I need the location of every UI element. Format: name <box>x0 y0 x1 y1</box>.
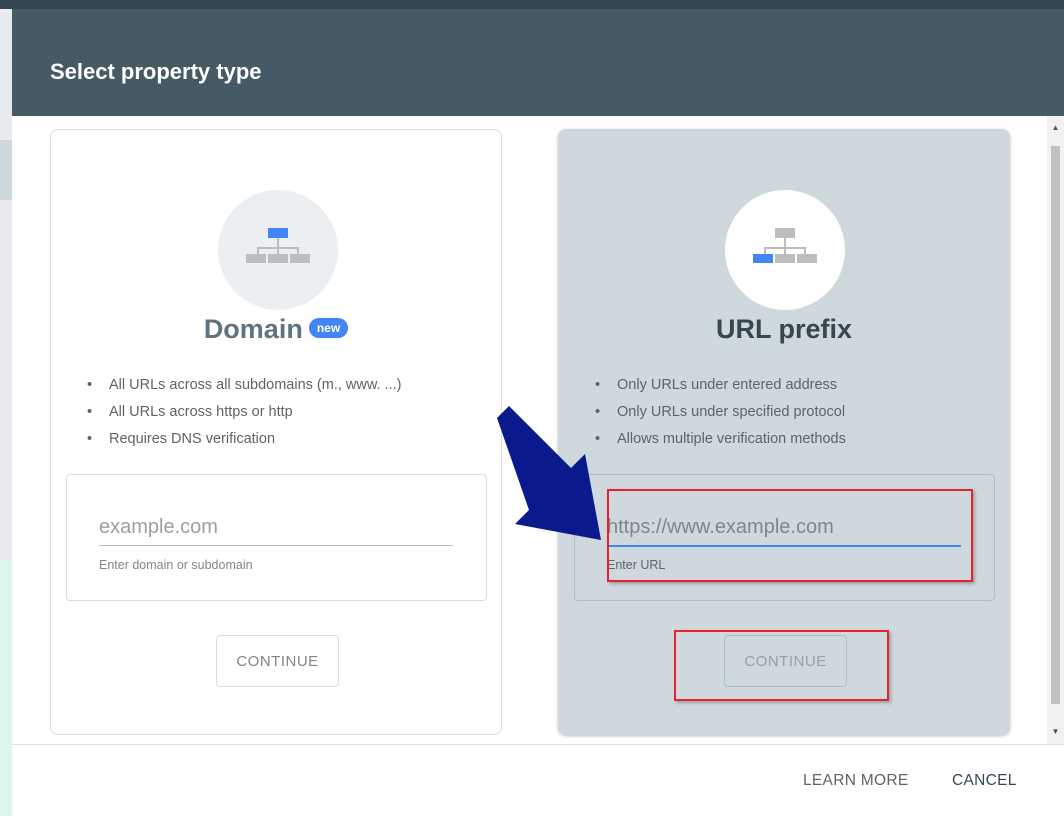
or-separator: or <box>518 431 532 448</box>
background-app-bar <box>0 0 1064 9</box>
url-prefix-property-card[interactable]: URL prefix Only URLs under entered addre… <box>558 129 1010 735</box>
scroll-thumb[interactable] <box>1051 146 1060 704</box>
list-item: All URLs across https or http <box>87 399 402 426</box>
domain-icon-circle <box>218 190 338 310</box>
dialog-scrollbar[interactable]: ▲ ▼ <box>1047 116 1064 744</box>
select-property-dialog: Select property type Domain new • All UR… <box>12 9 1064 817</box>
url-helper-text: Enter URL <box>607 558 666 572</box>
new-badge: new <box>308 317 349 338</box>
domain-input[interactable] <box>99 509 453 546</box>
learn-more-button[interactable]: LEARN MORE <box>803 772 909 790</box>
url-prefix-card-title: URL prefix <box>715 314 853 344</box>
scroll-up-arrow-icon[interactable]: ▲ <box>1047 120 1064 136</box>
domain-card-title: Domain new <box>51 314 501 345</box>
domain-continue-button[interactable]: CONTINUE <box>216 635 339 687</box>
scroll-down-arrow-icon[interactable]: ▼ <box>1047 724 1064 740</box>
list-item: Only URLs under specified protocol <box>595 399 846 426</box>
domain-property-card[interactable]: Domainnew All URLs across all subdomains… <box>50 129 502 735</box>
domain-helper-text: Enter domain or subdomain <box>99 558 253 572</box>
dialog-header: Select property type <box>12 9 1064 116</box>
site-tree-icon <box>753 228 817 263</box>
list-item: Only URLs under entered address <box>595 372 846 399</box>
dialog-title: Select property type <box>50 59 262 84</box>
url-prefix-icon-circle <box>725 190 845 310</box>
list-item: All URLs across all subdomains (m., www.… <box>87 372 402 399</box>
domain-title-text: Domain <box>203 314 303 344</box>
dialog-body: Domainnew All URLs across all subdomains… <box>12 116 1047 744</box>
background-panel <box>0 140 12 200</box>
site-tree-icon <box>246 228 310 263</box>
url-continue-button[interactable]: CONTINUE <box>724 635 847 687</box>
cancel-button[interactable]: CANCEL <box>952 772 1017 790</box>
list-item: Allows multiple verification methods <box>595 426 846 453</box>
dialog-footer: LEARN MORE CANCEL <box>12 744 1064 817</box>
url-input[interactable] <box>607 509 961 547</box>
list-item: Requires DNS verification <box>87 426 402 453</box>
background-panel-accent <box>0 560 12 816</box>
url-input-box: Enter URL <box>574 474 995 601</box>
domain-input-box: Enter domain or subdomain <box>66 474 487 601</box>
url-prefix-feature-list: Only URLs under entered address Only URL… <box>595 372 846 453</box>
domain-feature-list: All URLs across all subdomains (m., www.… <box>87 372 402 453</box>
